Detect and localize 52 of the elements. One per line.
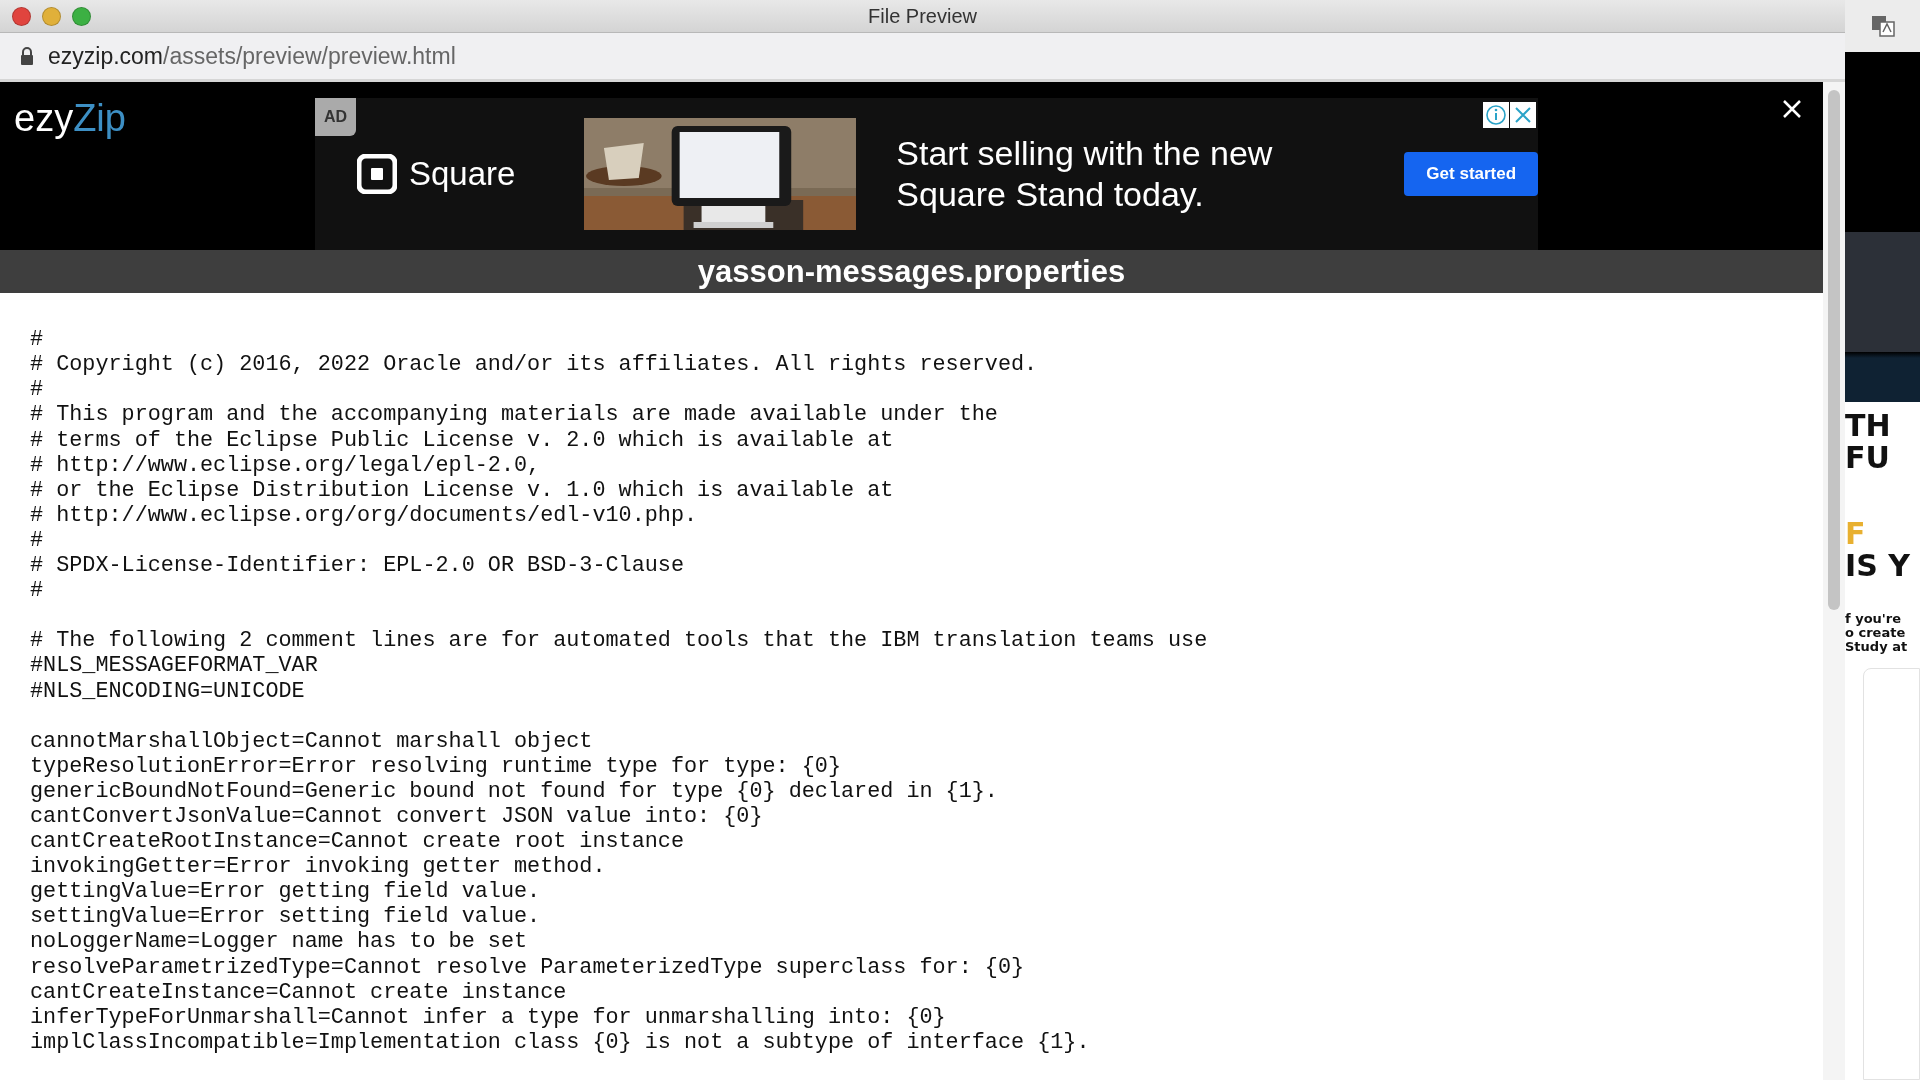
maximize-window-button[interactable]: [72, 6, 91, 26]
brand-name: Square: [409, 155, 516, 193]
lock-icon: [20, 47, 34, 65]
translate-icon[interactable]: [1869, 13, 1896, 39]
square-logo-icon: [357, 154, 397, 194]
code-line: typeResolutionError=Error resolving runtime type for type: {0}: [30, 753, 841, 779]
headline-text: IS Y: [1845, 550, 1910, 582]
close-icon[interactable]: [1781, 98, 1803, 120]
code-line: cantCreateInstance=Cannot create instance: [30, 979, 567, 1005]
code-line: gettingValue=Error getting field value.: [30, 879, 541, 905]
code-line: #NLS_MESSAGEFORMAT_VAR: [30, 653, 318, 679]
scrollbar-thumb[interactable]: [1828, 90, 1840, 610]
code-line: genericBoundNotFound=Generic bound not found for type {0} declared in {1}.: [30, 778, 998, 804]
body-text: f you're: [1845, 612, 1903, 626]
body-text: Study at: [1845, 640, 1909, 654]
code-line: #: [30, 578, 44, 604]
code-line: #NLS_ENCODING=UNICODE: [30, 678, 305, 704]
site-logo[interactable]: ezyZip: [0, 82, 315, 250]
code-line: #: [30, 377, 44, 403]
headline-text: TH: [1845, 410, 1891, 442]
headline-text: FU: [1845, 442, 1890, 474]
code-line: invokingGetter=Error invoking getter method.: [30, 854, 606, 880]
file-name: yasson-messages.properties: [697, 253, 1126, 290]
code-line: # http://www.eclipse.org/legal/epl-2.0,: [30, 452, 541, 478]
minimize-window-button[interactable]: [42, 6, 61, 26]
code-line: #: [30, 327, 44, 353]
code-line: implClassIncompatible=Implementation class {0} is not a subtype of interface {1}.: [30, 1029, 1090, 1055]
code-line: noLoggerName=Logger name has to be set: [30, 929, 528, 955]
code-line: resolveParametrizedType=Cannot resolve ParameterizedType superclass for: {0}: [30, 954, 1025, 980]
close-window-button[interactable]: [12, 6, 31, 26]
ad-badge: AD: [315, 98, 357, 136]
code-line: # http://www.eclipse.org/org/documents/edl-v10.php.: [30, 502, 698, 528]
window-title: File Preview: [868, 4, 977, 28]
headline-text: F: [1845, 518, 1866, 550]
code-line: inferTypeForUnmarshall=Cannot infer a type for unmarshalling into: {0}: [30, 1004, 946, 1030]
code-line: # terms of the Eclipse Public License v. 2.0 which is available at: [30, 427, 894, 453]
code-line: # SPDX-License-Identifier: EPL-2.0 OR BSD-3-Clause: [30, 553, 684, 579]
code-line: # The following 2 comment lines are for automated tools that the IBM translation teams use: [30, 628, 1208, 654]
ad-banner[interactable]: AD Square Start selling with the new Square Stand today. Get started: [315, 98, 1538, 250]
code-line: cannotMarshallObject=Cannot marshall object: [30, 728, 593, 754]
code-line: # Copyright (c) 2016, 2022 Oracle and/or its affiliates. All rights reserved.: [30, 352, 1038, 378]
get-started-button[interactable]: Get started: [1404, 152, 1538, 196]
code-line: cantConvertJsonValue=Cannot convert JSON value into: {0}: [30, 803, 763, 829]
body-text: o create: [1845, 626, 1907, 640]
ad-headline: Start selling with the new Square Stand today.: [896, 133, 1274, 215]
info-icon[interactable]: [1483, 102, 1509, 128]
code-line: # This program and the accompanying materials are made available under the: [30, 402, 998, 428]
code-line: settingValue=Error setting field value.: [30, 904, 541, 930]
code-line: cantCreateRootInstance=Cannot create root instance: [30, 829, 684, 855]
code-line: #: [30, 527, 44, 553]
url-text[interactable]: ezyzip.com/assets/preview/preview.html: [48, 42, 456, 70]
code-line: # or the Eclipse Distribution License v. 1.0 which is available at: [30, 477, 894, 503]
